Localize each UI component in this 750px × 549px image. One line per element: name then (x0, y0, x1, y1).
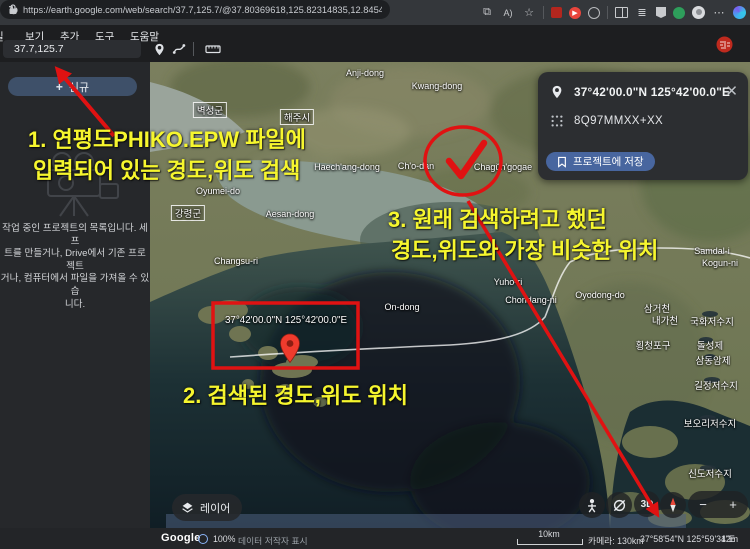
plus-icon: + (56, 80, 63, 94)
map-label: On-dong (384, 302, 419, 312)
split-screen-icon[interactable] (615, 7, 628, 18)
loading-ring-icon (198, 534, 208, 544)
scale-label: 10km (517, 529, 581, 539)
map-label: Oyodong-do (575, 290, 625, 300)
map-label: Changsu-ri (214, 256, 258, 266)
send-to-device-icon[interactable]: ⧉ (480, 6, 494, 20)
annotation-note-1: 1. 연평도PHIKO.EPW 파일에 입력되어 있는 경도,위도 검색 (28, 124, 306, 186)
reload-icon[interactable]: ↻ (8, 3, 19, 19)
plus-code-row: 8Q97MMXX+XX (550, 114, 663, 128)
map-label: Kogun-ni (702, 258, 738, 268)
camera-altitude: 카메라: 130km (588, 534, 644, 547)
map-label: Chondang-ni (505, 295, 557, 305)
map-label: 돌성제 (697, 338, 723, 352)
pegman-icon (585, 498, 599, 513)
compass-button[interactable] (660, 492, 686, 518)
zoom-in-button[interactable]: + (729, 497, 737, 512)
map-label: Samdal-i (694, 246, 730, 256)
map-label: Yuho-ri (494, 277, 523, 287)
layers-button[interactable]: 레이어 (172, 494, 242, 521)
copilot-icon[interactable] (733, 6, 746, 19)
map-label: Kwang-dong (412, 81, 463, 91)
cursor-elevation: 12m (721, 534, 738, 544)
map-label: Ch'o-dan (398, 161, 434, 171)
profile-avatar[interactable] (692, 6, 705, 19)
map-label: Anji-dong (346, 68, 384, 78)
extension-ring-icon[interactable] (588, 7, 600, 19)
google-logo: Google (161, 532, 201, 544)
collections-icon[interactable]: ≣ (635, 6, 649, 20)
visibility-off-button[interactable] (606, 492, 632, 518)
map-label: 신도저수지 (688, 466, 732, 480)
new-project-button[interactable]: + 신규 (8, 77, 137, 96)
annotation-note-3: 3. 원래 검색하려고 했던 경도,위도와 가장 비슷한 위치 (388, 204, 658, 266)
location-pin-icon (550, 84, 564, 100)
divider (607, 6, 608, 19)
map-label: Aesan-dong (266, 209, 315, 219)
browser-essentials-icon[interactable] (656, 7, 666, 18)
extension-video-icon[interactable]: ▶ (569, 7, 581, 19)
map-label: Haech'ang-dong (314, 162, 380, 172)
measure-ruler-icon[interactable] (204, 40, 222, 58)
3d-label: 3D (641, 499, 654, 510)
map-label: 보오리저수지 (684, 416, 736, 430)
status-bar: Google 100% 데이터 저작자 표시 10km 카메라: 130km 3… (0, 528, 750, 549)
map-label: 삼동암제 (696, 353, 731, 367)
3d-toggle-button[interactable]: 3D (634, 491, 660, 517)
divider (543, 6, 544, 19)
close-icon[interactable]: ✕ (725, 84, 738, 99)
search-input[interactable]: 37.7,125.7 (3, 40, 141, 58)
draw-path-icon[interactable] (170, 40, 188, 58)
map-label: Chagŭn'gogae (474, 162, 532, 172)
scale-bar (517, 539, 583, 545)
new-project-label: 신규 (69, 79, 89, 95)
earth-toolbar: 일 보기 추가 도구 도움말 37.7,125.7 (0, 25, 750, 62)
map-label: 길정저수지 (694, 378, 738, 392)
compass-icon (664, 496, 682, 514)
map-label: 횡청포구 (636, 338, 671, 352)
slashed-eye-icon (612, 498, 627, 513)
place-coordinates-row: 37°42'00.0"N 125°42'00.0"E (550, 84, 730, 100)
data-attribution[interactable]: 데이터 저작자 표시 (238, 534, 308, 547)
zoom-out-button[interactable]: − (699, 497, 707, 512)
layers-label: 레이어 (200, 500, 230, 516)
searched-coordinates-label: 37°42'00.0"N 125°42'00.0"E (215, 315, 357, 326)
extension-adblock-icon[interactable] (551, 7, 562, 18)
map-label: 벽성군 (193, 102, 227, 118)
favorite-star-icon[interactable]: ☆ (522, 6, 536, 20)
url-text: https://earth.google.com/web/search/37.7… (23, 5, 382, 15)
map-label: 강령군 (171, 205, 205, 221)
toolbar-divider (193, 40, 195, 58)
address-bar[interactable]: https://earth.google.com/web/search/37.7… (0, 0, 390, 19)
save-to-project-button[interactable]: 프로젝트에 저장 (546, 152, 655, 171)
map-label: 국화저수지 (690, 314, 734, 328)
zoom-controls: − + (688, 491, 748, 518)
save-button-label: 프로젝트에 저장 (573, 154, 644, 169)
annotation-note-2: 2. 검색된 경도,위도 위치 (183, 378, 408, 410)
zoom-percent: 100% (213, 534, 236, 544)
read-aloud-icon[interactable]: A) (501, 6, 515, 20)
pegman-button[interactable] (579, 492, 605, 518)
map-label: Oyumei-do (196, 186, 240, 196)
red-seal-stamp (716, 36, 733, 58)
search-value: 37.7,125.7 (14, 43, 64, 55)
browser-actions: ⧉ A) ☆ ▶ ≣ ⋯ (480, 0, 746, 25)
map-label: 해주시 (280, 109, 314, 125)
extension-green-icon[interactable] (673, 7, 685, 19)
place-result-card: 37°42'00.0"N 125°42'00.0"E ✕ 8Q97MMXX+XX… (538, 72, 748, 180)
more-menu-icon[interactable]: ⋯ (712, 6, 726, 20)
place-coordinates: 37°42'00.0"N 125°42'00.0"E (574, 85, 730, 99)
browser-toolbar: ↻ https://earth.google.com/web/search/37… (0, 0, 750, 25)
plus-code-icon (550, 114, 564, 128)
placemark-pin-icon[interactable] (150, 40, 168, 58)
bookmark-icon (557, 156, 567, 168)
map-label: 내가천 (652, 313, 678, 327)
projects-description: 작업 중인 프로젝트의 목록입니다. 세 프 트를 만들거나, Drive에서 … (0, 223, 150, 311)
plus-code-value: 8Q97MMXX+XX (574, 115, 663, 127)
layers-icon (181, 501, 194, 514)
